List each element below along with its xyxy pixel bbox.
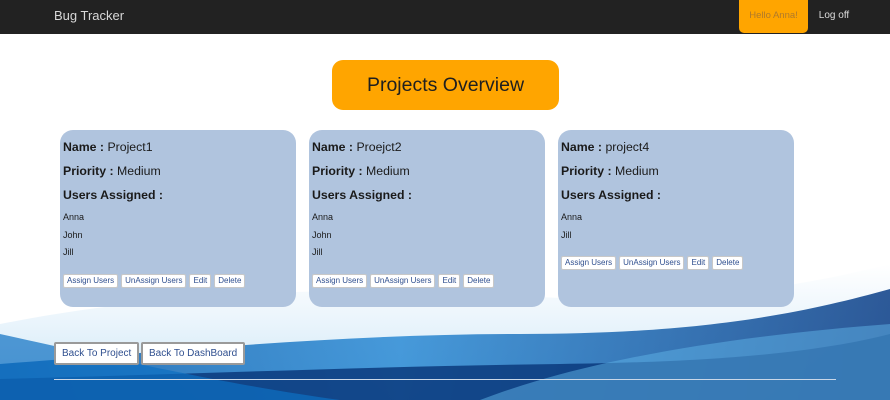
assign-users-button[interactable]: Assign Users [312, 273, 368, 288]
delete-button[interactable]: Delete [712, 256, 744, 270]
project-priority-row: Priority : Medium [561, 164, 791, 178]
project-name-row: Name : Project1 [63, 140, 293, 154]
brand-link[interactable]: Bug Tracker [54, 0, 124, 34]
page-title: Projects Overview [366, 73, 525, 96]
project-priority: Medium [366, 164, 410, 178]
assigned-user: Anna [63, 212, 85, 222]
footer-divider [54, 379, 836, 380]
project-name: Project1 [107, 140, 153, 154]
project-card: Name : Proejct2 Priority : Medium Users … [309, 130, 545, 307]
project-name-row: Name : Proejct2 [312, 140, 542, 154]
back-to-dashboard-button[interactable]: Back To DashBoard [141, 342, 246, 365]
project-name: project4 [605, 140, 650, 154]
assigned-user: Jill [561, 229, 572, 240]
assign-users-button[interactable]: Assign Users [63, 273, 119, 288]
logoff-link[interactable]: Log off [812, 0, 856, 34]
assigned-user: Anna [561, 212, 583, 222]
project-priority: Medium [615, 164, 659, 178]
assigned-user: John [312, 229, 332, 240]
edit-button[interactable]: Edit [189, 273, 212, 288]
project-card: Name : project4 Priority : Medium Users … [558, 130, 794, 307]
card-actions: Assign Users UnAssign Users Edit Delete [561, 256, 791, 270]
users-assigned-label: Users Assigned : [63, 188, 164, 202]
users-assigned-label: Users Assigned : [561, 188, 662, 202]
project-card: Name : Project1 Priority : Medium Users … [60, 130, 296, 307]
assign-users-button[interactable]: Assign Users [561, 256, 617, 270]
name-label: Name : [561, 140, 603, 154]
project-priority-row: Priority : Medium [63, 164, 293, 178]
priority-label: Priority : [63, 164, 114, 178]
project-priority-row: Priority : Medium [312, 164, 542, 178]
edit-button[interactable]: Edit [687, 256, 710, 270]
delete-button[interactable]: Delete [214, 273, 246, 288]
priority-label: Priority : [312, 164, 363, 178]
card-actions: Assign Users UnAssign Users Edit Delete [312, 273, 542, 288]
project-priority: Medium [117, 164, 161, 178]
assigned-user: Jill [312, 247, 323, 257]
project-name: Proejct2 [356, 140, 402, 154]
assigned-user: John [63, 229, 83, 240]
priority-label: Priority : [561, 164, 612, 178]
unassign-users-button[interactable]: UnAssign Users [121, 273, 187, 288]
users-assigned-label: Users Assigned : [312, 188, 413, 202]
unassign-users-button[interactable]: UnAssign Users [619, 256, 685, 270]
name-label: Name : [63, 140, 105, 154]
page-title-box: Projects Overview [332, 60, 559, 110]
card-actions: Assign Users UnAssign Users Edit Delete [63, 273, 293, 288]
edit-button[interactable]: Edit [438, 273, 461, 288]
greeting-link[interactable]: Hello Anna! [739, 0, 808, 33]
delete-button[interactable]: Delete [463, 273, 495, 288]
assigned-user: Anna [312, 212, 334, 222]
top-navbar: Bug Tracker Hello Anna! Log off [0, 0, 890, 34]
name-label: Name : [312, 140, 354, 154]
back-to-project-button[interactable]: Back To Project [54, 342, 140, 365]
assigned-user: Jill [63, 247, 74, 257]
project-name-row: Name : project4 [561, 140, 791, 154]
unassign-users-button[interactable]: UnAssign Users [370, 273, 436, 288]
